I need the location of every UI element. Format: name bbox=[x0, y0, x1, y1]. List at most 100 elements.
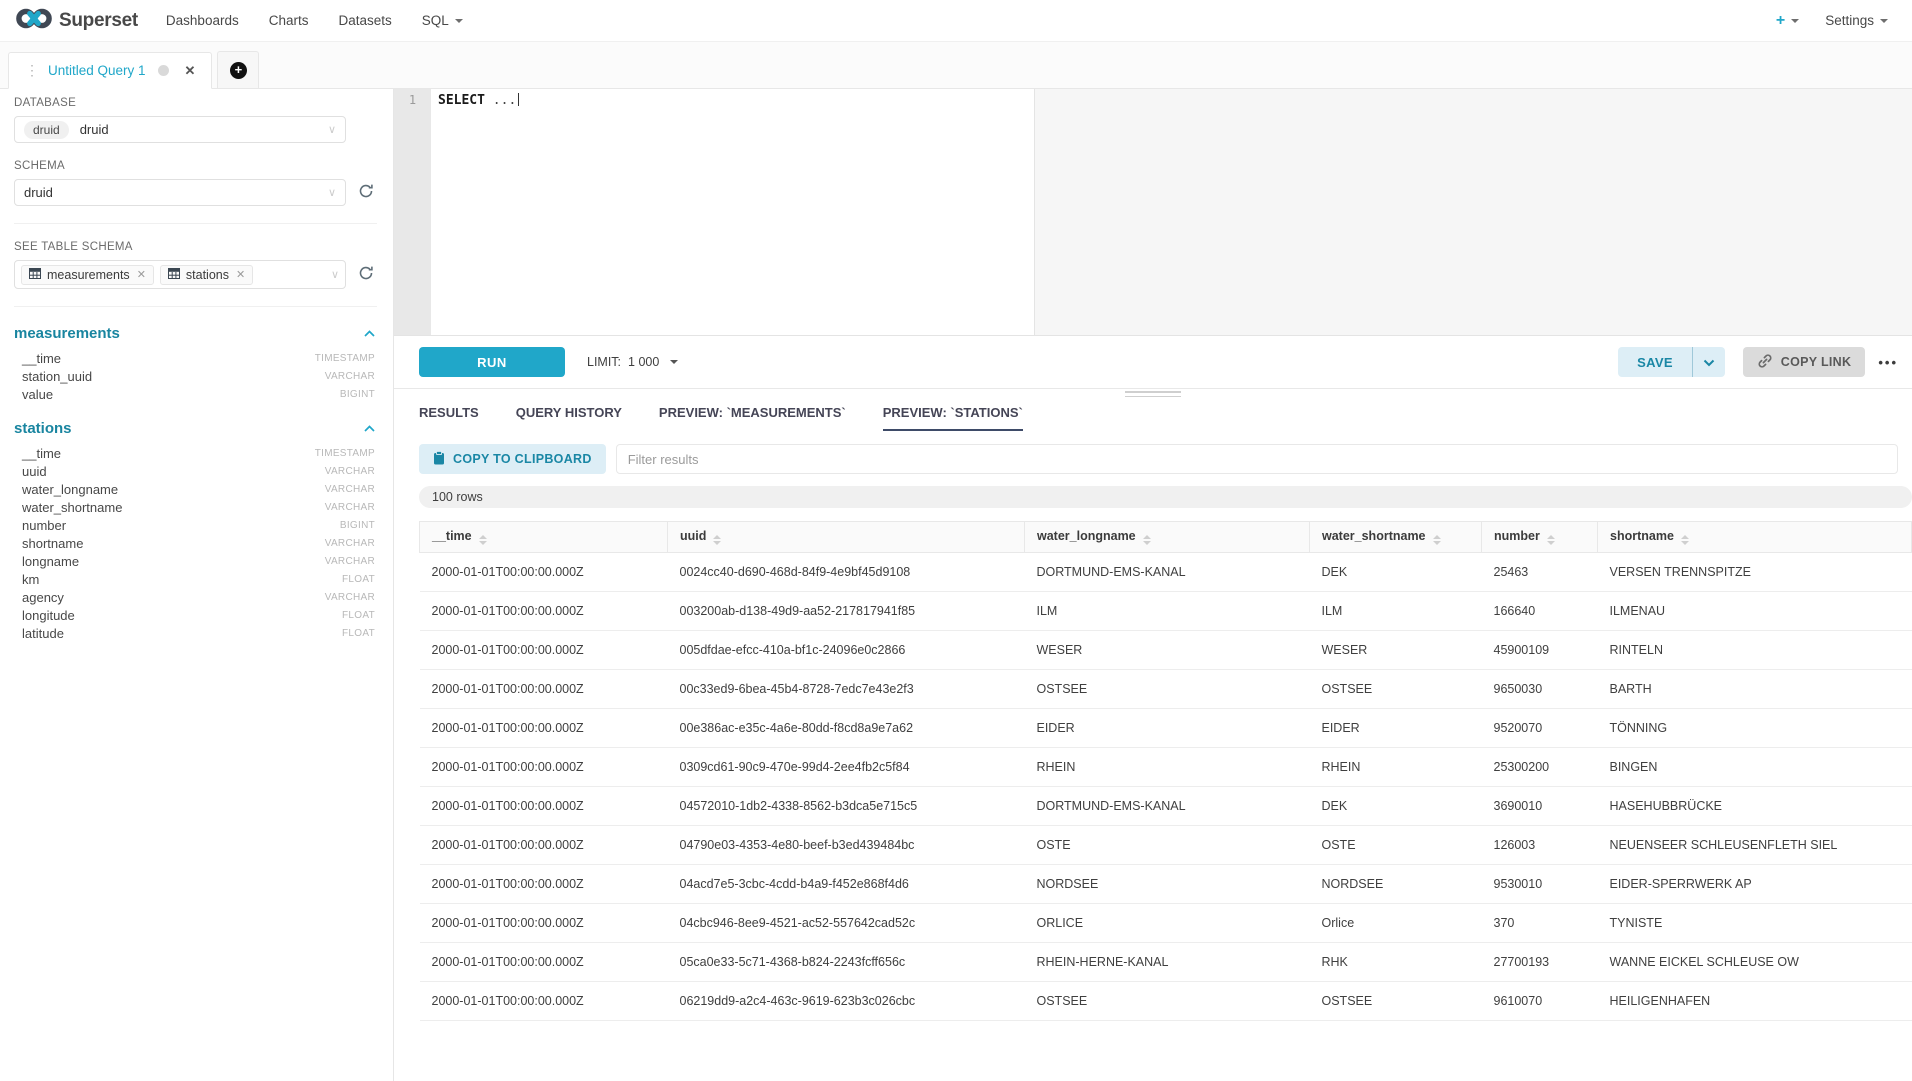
save-button[interactable]: SAVE bbox=[1618, 347, 1692, 377]
navbar: Superset Dashboards Charts Datasets SQL … bbox=[0, 0, 1912, 42]
tab-title: Untitled Query 1 bbox=[48, 63, 146, 78]
sql-code-area[interactable]: SELECT ... bbox=[431, 89, 1912, 335]
results-toolbar: COPY TO CLIPBOARD bbox=[419, 444, 1898, 474]
refresh-schemas-button[interactable] bbox=[355, 182, 377, 204]
table-row: 2000-01-01T00:00:00.000Z 04cbc946-8ee9-4… bbox=[420, 904, 1912, 943]
nav-sql-menu[interactable]: SQL bbox=[422, 13, 463, 28]
tab-preview-measurements[interactable]: PREVIEW: `MEASUREMENTS` bbox=[659, 405, 846, 431]
table-chip-stations[interactable]: stations ✕ bbox=[160, 265, 253, 285]
column-row: km FLOAT bbox=[14, 570, 377, 588]
table-icon bbox=[168, 268, 180, 282]
chevron-down-icon bbox=[1791, 19, 1799, 23]
tab-query-history[interactable]: QUERY HISTORY bbox=[516, 405, 622, 431]
collapse-measurements[interactable]: measurements bbox=[14, 324, 377, 342]
column-row: __time TIMESTAMP bbox=[14, 349, 377, 367]
column-header-time[interactable]: __time bbox=[420, 522, 668, 553]
chevron-down-icon bbox=[1703, 355, 1715, 370]
sql-editor: 1 SELECT ... bbox=[394, 89, 1912, 336]
divider bbox=[14, 306, 377, 307]
save-options-button[interactable] bbox=[1692, 347, 1725, 377]
results-table: __time uuid water_longname water_shortna… bbox=[419, 521, 1912, 1021]
limit-dropdown[interactable]: LIMIT: 1 000 bbox=[587, 355, 678, 369]
chevron-up-icon bbox=[364, 324, 375, 342]
add-query-tab-button[interactable]: + bbox=[217, 51, 259, 88]
table-chip-measurements[interactable]: measurements ✕ bbox=[21, 265, 154, 285]
table-row: 2000-01-01T00:00:00.000Z 00c33ed9-6bea-4… bbox=[420, 670, 1912, 709]
tab-preview-stations[interactable]: PREVIEW: `STATIONS` bbox=[883, 405, 1023, 431]
plus-circle-icon: + bbox=[230, 62, 247, 79]
table-row: 2000-01-01T00:00:00.000Z 005dfdae-efcc-4… bbox=[420, 631, 1912, 670]
collapse-stations[interactable]: stations bbox=[14, 419, 377, 437]
settings-menu[interactable]: Settings bbox=[1825, 13, 1888, 28]
refresh-tables-button[interactable] bbox=[355, 264, 377, 286]
result-tabs: RESULTS QUERY HISTORY PREVIEW: `MEASUREM… bbox=[394, 399, 1912, 431]
remove-chip-icon[interactable]: ✕ bbox=[137, 268, 146, 281]
table-select[interactable]: measurements ✕ stations ✕ ∨ bbox=[14, 260, 346, 289]
tab-drag-handle-icon[interactable]: ⋮ bbox=[25, 62, 39, 79]
schema-select[interactable]: druid ∨ bbox=[14, 179, 346, 206]
chevron-down-icon: ∨ bbox=[328, 186, 336, 199]
close-tab-icon[interactable]: ✕ bbox=[185, 63, 196, 79]
sort-icon bbox=[1433, 535, 1441, 545]
column-row: number BIGINT bbox=[14, 516, 377, 534]
column-row: shortname VARCHAR bbox=[14, 534, 377, 552]
table-row: 2000-01-01T00:00:00.000Z 0024cc40-d690-4… bbox=[420, 553, 1912, 592]
divider bbox=[14, 223, 377, 224]
query-status-dot bbox=[158, 65, 169, 76]
chevron-down-icon bbox=[1880, 19, 1888, 23]
brand-name: Superset bbox=[59, 10, 138, 32]
sqllab-sidebar: DATABASE druid druid ∨ SCHEMA druid ∨ SE… bbox=[0, 89, 394, 1081]
tab-untitled-query-1[interactable]: ⋮ Untitled Query 1 ✕ bbox=[8, 52, 212, 89]
more-actions-button[interactable]: ••• bbox=[1878, 355, 1898, 370]
table-row: 2000-01-01T00:00:00.000Z 04572010-1db2-4… bbox=[420, 787, 1912, 826]
row-count-badge: 100 rows bbox=[419, 486, 1912, 508]
column-row: uuid VARCHAR bbox=[14, 462, 377, 480]
table-header-row: __time uuid water_longname water_shortna… bbox=[420, 522, 1912, 553]
editor-gutter: 1 bbox=[394, 89, 431, 335]
copy-to-clipboard-button[interactable]: COPY TO CLIPBOARD bbox=[419, 444, 606, 474]
column-header-water-longname[interactable]: water_longname bbox=[1025, 522, 1310, 553]
refresh-icon bbox=[358, 183, 374, 202]
column-row: station_uuid VARCHAR bbox=[14, 367, 377, 385]
table-row: 2000-01-01T00:00:00.000Z 06219dd9-a2c4-4… bbox=[420, 982, 1912, 1021]
schema-section-measurements: measurements __time TIMESTAMP station_uu… bbox=[14, 324, 377, 403]
sort-icon bbox=[1143, 535, 1151, 545]
database-label: DATABASE bbox=[14, 97, 377, 109]
clipboard-icon bbox=[433, 451, 445, 468]
nav-dashboards[interactable]: Dashboards bbox=[166, 13, 239, 28]
column-row: agency VARCHAR bbox=[14, 588, 377, 606]
copy-link-button[interactable]: COPY LINK bbox=[1743, 347, 1866, 377]
table-row: 2000-01-01T00:00:00.000Z 003200ab-d138-4… bbox=[420, 592, 1912, 631]
superset-logo[interactable]: Superset bbox=[16, 6, 138, 36]
run-button[interactable]: RUN bbox=[419, 347, 565, 377]
remove-chip-icon[interactable]: ✕ bbox=[236, 268, 245, 281]
table-row: 2000-01-01T00:00:00.000Z 04acd7e5-3cbc-4… bbox=[420, 865, 1912, 904]
filter-results-input[interactable] bbox=[616, 444, 1898, 474]
nav-charts[interactable]: Charts bbox=[269, 13, 309, 28]
editor-toolbar: RUN LIMIT: 1 000 SAVE COPY LINK bbox=[394, 336, 1912, 389]
new-item-menu[interactable]: + bbox=[1776, 12, 1799, 30]
sql-keyword: SELECT bbox=[438, 93, 485, 108]
table-row: 2000-01-01T00:00:00.000Z 00e386ac-e35c-4… bbox=[420, 709, 1912, 748]
column-header-uuid[interactable]: uuid bbox=[668, 522, 1025, 553]
nav-datasets[interactable]: Datasets bbox=[338, 13, 391, 28]
schema-section-stations: stations __time TIMESTAMP uuid VARCHAR bbox=[14, 419, 377, 642]
column-header-water-shortname[interactable]: water_shortname bbox=[1310, 522, 1482, 553]
column-list: __time TIMESTAMP station_uuid VARCHAR va… bbox=[14, 349, 377, 403]
tab-results[interactable]: RESULTS bbox=[419, 405, 479, 431]
table-body: 2000-01-01T00:00:00.000Z 0024cc40-d690-4… bbox=[420, 553, 1912, 1021]
table-icon bbox=[29, 268, 41, 282]
table-row: 2000-01-01T00:00:00.000Z 04790e03-4353-4… bbox=[420, 826, 1912, 865]
schema-label: SCHEMA bbox=[14, 160, 377, 172]
sort-icon bbox=[1681, 535, 1689, 545]
chevron-down-icon: ∨ bbox=[328, 123, 336, 136]
column-row: longname VARCHAR bbox=[14, 552, 377, 570]
column-row: water_shortname VARCHAR bbox=[14, 498, 377, 516]
database-select[interactable]: druid druid ∨ bbox=[14, 116, 346, 143]
pane-resize-handle[interactable] bbox=[394, 389, 1912, 399]
column-header-shortname[interactable]: shortname bbox=[1598, 522, 1912, 553]
sort-icon bbox=[479, 535, 487, 545]
column-row: latitude FLOAT bbox=[14, 624, 377, 642]
column-header-number[interactable]: number bbox=[1482, 522, 1598, 553]
column-row: __time TIMESTAMP bbox=[14, 444, 377, 462]
